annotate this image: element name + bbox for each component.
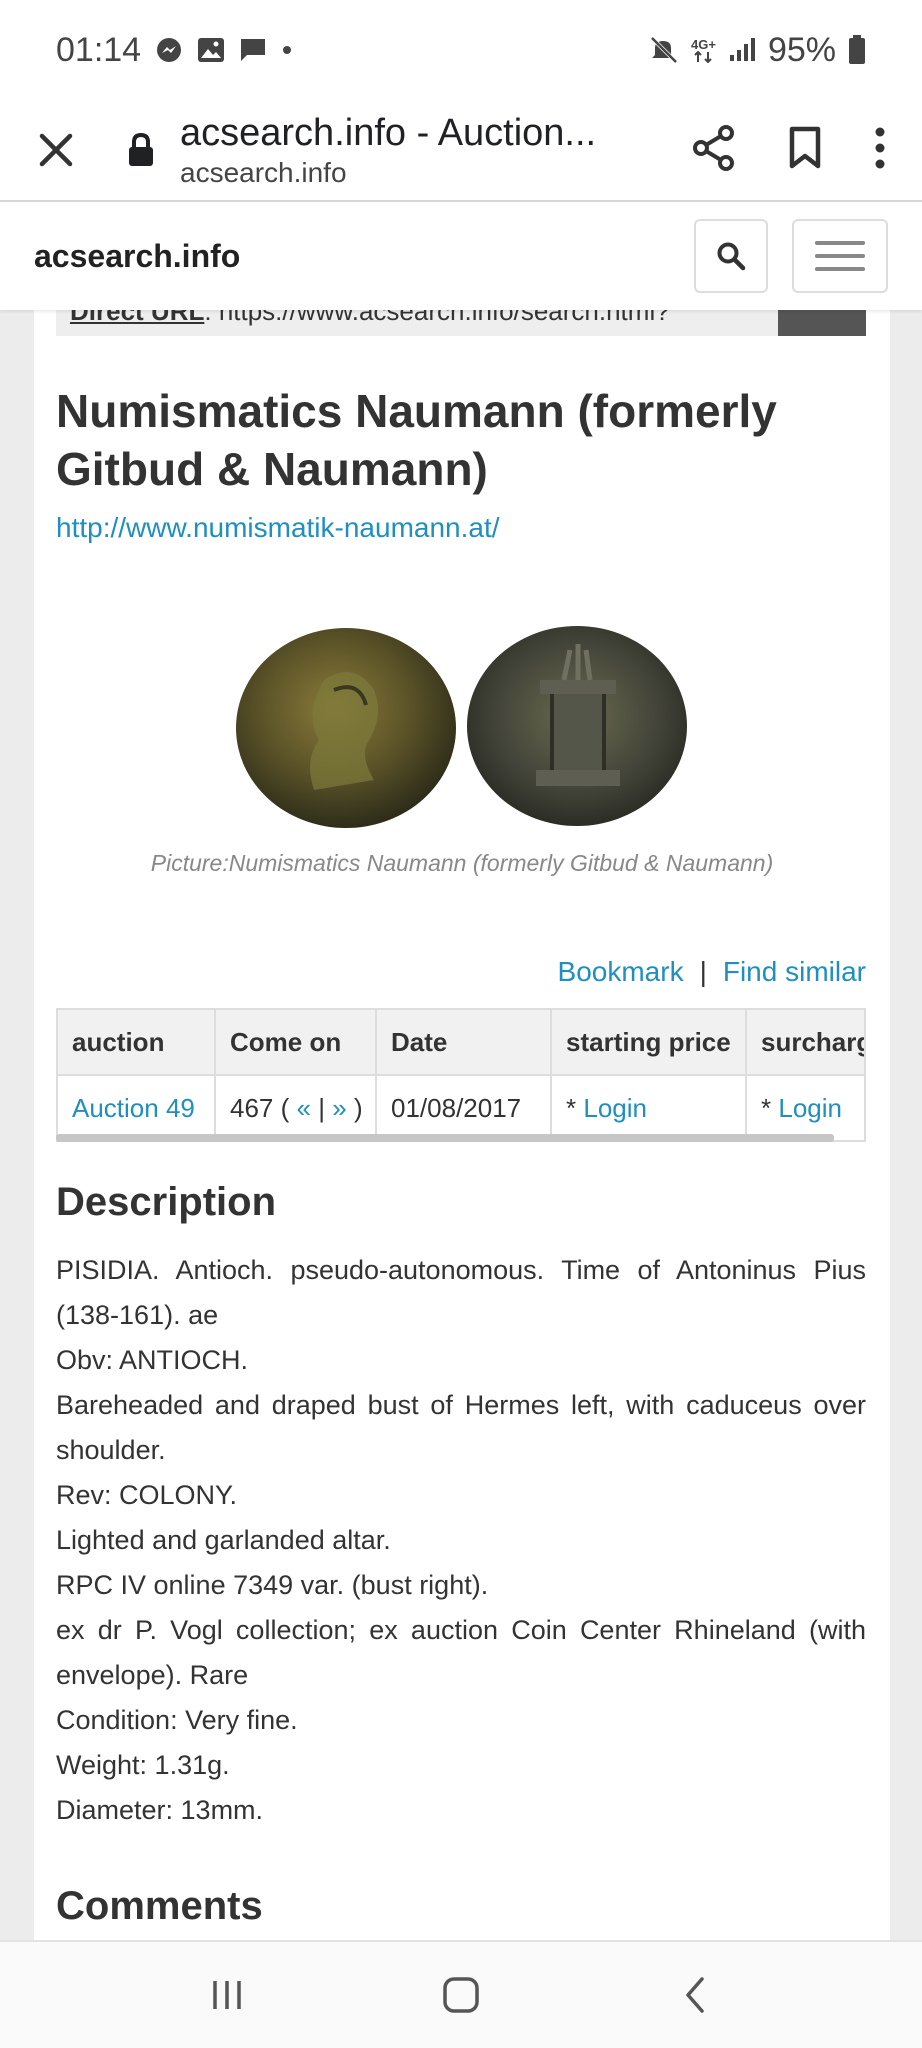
description-heading: Description [56,1180,277,1224]
chat-icon [239,37,267,63]
page-title: acsearch.info - Auction... [180,111,597,154]
auction-table: auction Come on Date starting price surc… [56,1008,866,1142]
home-icon [443,1977,479,2013]
mute-icon [649,35,679,65]
description-line: Rev: COLONY. [56,1480,238,1510]
menu-line [815,267,865,271]
header-auction: auction [58,1010,216,1074]
back-button[interactable] [655,1955,735,2035]
share-icon[interactable] [692,124,736,177]
auction-link[interactable]: Auction 49 [72,1093,195,1124]
table-row: Auction 49 467 ( « | » ) 01/08/2017 * Lo… [58,1076,864,1140]
direct-url-bar: Direct URL: https://www.acsearch.info/se… [56,310,866,336]
back-icon [686,1977,704,2013]
description-line: RPC IV online 7349 var. (bust right). [56,1570,489,1600]
picture-caption: Picture:Numismatics Naumann (formerly Gi… [150,850,774,876]
coin-image[interactable] [234,620,694,840]
description-line: Obv: ANTIOCH. [56,1345,249,1375]
status-time: 01:14 [56,30,142,69]
close-tab-button[interactable] [28,122,84,178]
lot-number: 467 [230,1092,274,1123]
more-vert-icon[interactable] [874,126,886,175]
menu-line [815,254,865,258]
close-icon [39,133,73,167]
table-header-row: auction Come on Date starting price surc… [58,1010,864,1076]
comments-heading: Comments [56,1884,263,1928]
direct-url-text[interactable]: Direct URL: https://www.acsearch.info/se… [70,310,670,327]
description-body: PISIDIA. Antioch. pseudo-autonomous. Tim… [56,1248,866,1833]
search-icon [717,242,746,271]
site-brand[interactable]: acsearch.info [34,238,240,275]
system-nav-bar [0,1940,922,2048]
site-search-button[interactable] [694,219,768,293]
bookmark-link[interactable]: Bookmark [558,956,684,988]
signal-icon [728,37,756,63]
description-line: Condition: Very fine. [56,1705,298,1735]
messenger-icon [155,36,183,64]
starting-price-login-link[interactable]: Login [583,1093,647,1124]
cell-auction: Auction 49 [58,1076,216,1140]
status-right: 4G+ 95% [649,31,866,70]
hamburger-menu-button[interactable] [792,219,888,293]
description-line: ex dr P. Vogl collection; ex auction Coi… [56,1615,866,1690]
description-line: PISIDIA. Antioch. pseudo-autonomous. Tim… [56,1255,866,1330]
header-surcharge: surcharg [761,1026,864,1057]
lot-content: Direct URL: https://www.acsearch.info/se… [34,310,890,1940]
surcharge-login-link[interactable]: Login [778,1093,842,1124]
data-arrows-icon [694,50,713,63]
gallery-icon [197,37,225,63]
prev-lot-link[interactable]: « [297,1093,311,1124]
header-come-on: Come on [216,1010,377,1074]
browser-actions [692,124,894,177]
find-similar-link[interactable]: Find similar [723,956,866,988]
lot-actions: Bookmark | Find similar [558,956,866,988]
description-line: Weight: 1.31g. [56,1750,230,1780]
recents-icon [213,1981,241,2009]
browser-toolbar: acsearch.info - Auction... acsearch.info [0,100,922,200]
battery-percent: 95% [767,30,836,69]
dot-icon [281,44,293,56]
coin-obverse [236,628,456,828]
cell-surcharge: * Login [761,1092,842,1124]
bookmark-icon[interactable] [788,126,822,175]
lock-icon[interactable] [126,122,166,178]
description-line: Bareheaded and draped bust of Hermes lef… [56,1390,866,1465]
cell-lot: 467 ( « | » ) [216,1076,377,1140]
header-starting-price: starting price [552,1010,747,1074]
menu-line [815,241,865,245]
header-date: Date [377,1010,552,1074]
page-domain: acsearch.info [180,156,347,188]
status-left: 01:14 [56,31,293,70]
recents-button[interactable] [187,1955,267,2035]
auction-house-link[interactable]: http://www.numismatik-naumann.at/ [56,512,500,544]
status-bar: 01:14 4G+ 95% [0,0,922,100]
copy-url-button[interactable] [778,310,866,336]
table-scrollbar[interactable] [56,1134,834,1142]
coin-reverse [467,626,687,826]
address-bar[interactable]: acsearch.info - Auction... acsearch.info [180,112,610,189]
next-lot-link[interactable]: » [332,1093,346,1124]
description-line: Lighted and garlanded altar. [56,1525,391,1555]
actions-separator: | [699,956,707,987]
network-type: 4G+ [691,38,716,63]
site-header: acsearch.info [0,202,922,310]
auction-house-title: Numismatics Naumann (formerly Gitbud & N… [56,385,777,495]
battery-icon [848,35,866,65]
cell-starting-price: * Login [552,1076,747,1140]
cell-date: 01/08/2017 [377,1076,552,1140]
description-line: Diameter: 13mm. [56,1795,264,1825]
home-button[interactable] [421,1955,501,2035]
